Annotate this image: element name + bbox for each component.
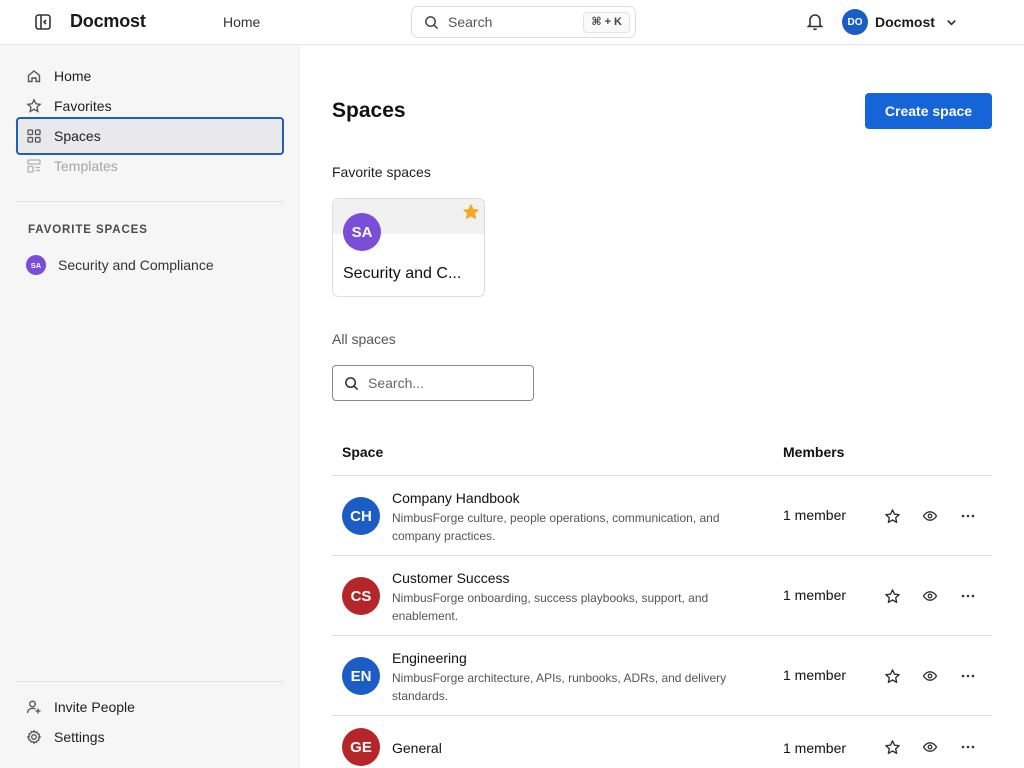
star-filled-icon[interactable] xyxy=(462,203,480,221)
more-options-icon[interactable] xyxy=(958,666,978,686)
create-space-button[interactable]: Create space xyxy=(865,93,992,129)
member-count: 1 member xyxy=(783,740,847,756)
header-home-link[interactable]: Home xyxy=(223,14,260,30)
page-title: Spaces xyxy=(332,99,406,122)
user-menu[interactable]: DO Docmost xyxy=(842,9,959,35)
table-row[interactable]: CS Customer Success NimbusForge onboardi… xyxy=(332,556,992,636)
table-header: Space Members xyxy=(332,430,992,476)
space-avatar: EN xyxy=(342,657,380,695)
gear-icon xyxy=(26,729,42,745)
star-icon[interactable] xyxy=(882,666,902,686)
favorite-spaces-title: FAVORITE SPACES xyxy=(28,224,148,236)
search-shortcut-badge: ⌘ + K xyxy=(583,12,630,33)
column-header-space: Space xyxy=(342,444,384,460)
member-count: 1 member xyxy=(783,507,847,523)
eye-icon[interactable] xyxy=(920,666,940,686)
all-spaces-heading: All spaces xyxy=(332,331,396,347)
table-row[interactable]: CH Company Handbook NimbusForge culture,… xyxy=(332,476,992,556)
favorite-spaces-heading: Favorite spaces xyxy=(332,164,431,180)
eye-icon[interactable] xyxy=(920,586,940,606)
favorite-space-card[interactable]: SA Security and C... xyxy=(332,198,485,297)
sidebar: Home Favorites Spaces Templates FAVORITE… xyxy=(0,45,300,768)
template-icon xyxy=(27,159,41,173)
table-row[interactable]: GE General 1 member xyxy=(332,716,992,768)
sidebar-item-label: Favorites xyxy=(54,98,112,114)
star-icon[interactable] xyxy=(882,737,902,757)
star-icon[interactable] xyxy=(882,506,902,526)
space-description: NimbusForge culture, people operations, … xyxy=(392,511,720,543)
space-name[interactable]: Company Handbook xyxy=(392,490,520,506)
sidebar-favorite-space[interactable]: SA Security and Compliance xyxy=(16,250,284,280)
favorite-space-name: Security and C... xyxy=(343,265,462,282)
sidebar-favorite-space-label: Security and Compliance xyxy=(58,257,214,273)
sidebar-divider xyxy=(16,681,284,682)
space-avatar: CH xyxy=(342,497,380,535)
space-search-field[interactable] xyxy=(332,365,534,401)
space-search-input[interactable] xyxy=(368,375,528,391)
more-options-icon[interactable] xyxy=(958,737,978,757)
table-row[interactable]: EN Engineering NimbusForge architecture,… xyxy=(332,636,992,716)
space-description: NimbusForge onboarding, success playbook… xyxy=(392,591,709,623)
more-options-icon[interactable] xyxy=(958,506,978,526)
sidebar-item-label: Invite People xyxy=(54,699,135,715)
eye-icon[interactable] xyxy=(920,506,940,526)
sidebar-item-label: Settings xyxy=(54,729,105,745)
top-header: Docmost Home Search ⌘ + K DO Docmost xyxy=(0,0,1024,45)
brand-logo[interactable]: Docmost xyxy=(70,11,146,32)
eye-icon[interactable] xyxy=(920,737,940,757)
home-icon xyxy=(27,70,41,83)
member-count: 1 member xyxy=(783,667,847,683)
space-avatar: CS xyxy=(342,577,380,615)
member-count: 1 member xyxy=(783,587,847,603)
user-plus-icon xyxy=(26,700,41,714)
notifications-bell-icon[interactable] xyxy=(805,11,825,31)
sidebar-item-label: Templates xyxy=(54,158,118,174)
spaces-table: Space Members CH Company Handbook Nimbus… xyxy=(332,430,992,768)
space-avatar: GE xyxy=(342,728,380,766)
search-icon xyxy=(345,376,359,390)
sidebar-item-label: Home xyxy=(54,68,92,84)
more-options-icon[interactable] xyxy=(958,586,978,606)
search-icon xyxy=(425,15,439,29)
sidebar-item-settings[interactable]: Settings xyxy=(16,719,284,755)
sidebar-toggle-icon[interactable] xyxy=(33,12,53,32)
space-name[interactable]: Customer Success xyxy=(392,570,509,586)
space-name[interactable]: Engineering xyxy=(392,650,467,666)
space-avatar: SA xyxy=(26,255,46,275)
space-description: NimbusForge architecture, APIs, runbooks… xyxy=(392,671,727,703)
global-search-placeholder: Search xyxy=(448,14,493,30)
column-header-members: Members xyxy=(783,444,845,460)
grid-icon xyxy=(27,129,41,143)
star-icon[interactable] xyxy=(882,586,902,606)
space-avatar: SA xyxy=(343,213,381,251)
sidebar-divider xyxy=(16,201,284,202)
global-search-button[interactable]: Search ⌘ + K xyxy=(411,6,636,38)
star-icon xyxy=(26,98,42,113)
space-name[interactable]: General xyxy=(392,740,442,756)
user-avatar: DO xyxy=(842,9,868,35)
chevron-down-icon xyxy=(945,15,959,29)
sidebar-item-templates[interactable]: Templates xyxy=(16,148,284,184)
sidebar-item-label: Spaces xyxy=(54,128,101,144)
user-name: Docmost xyxy=(875,14,935,30)
